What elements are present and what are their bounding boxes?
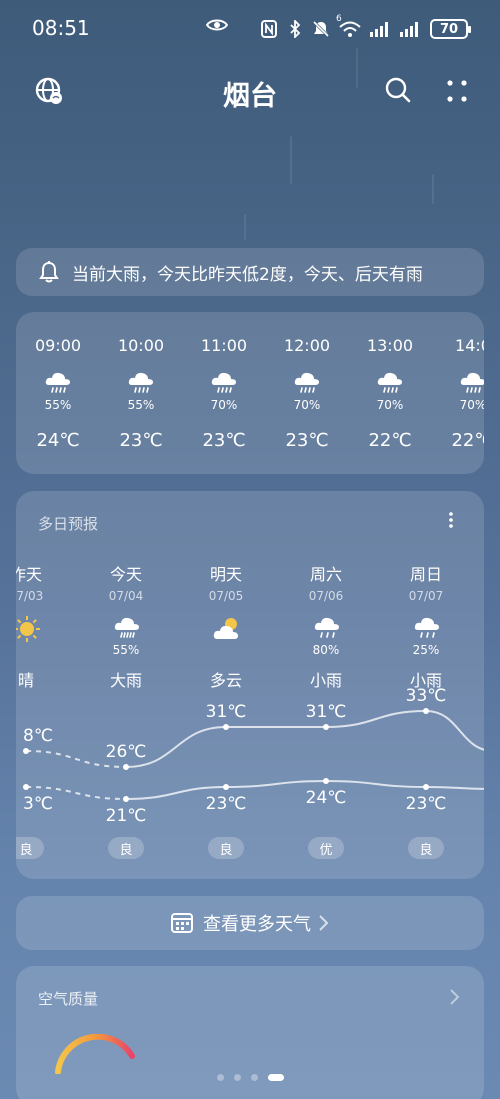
low-temp-label: 24℃ bbox=[306, 788, 347, 808]
high-temp-label: 8℃ bbox=[23, 726, 53, 746]
status-time: 08:51 bbox=[32, 16, 90, 40]
hourly-time: 14:0 bbox=[455, 336, 484, 355]
chevron-right-icon bbox=[319, 915, 329, 931]
hourly-time: 13:00 bbox=[366, 336, 414, 355]
hourly-temp: 22℃ bbox=[451, 430, 484, 451]
temperature-curve-chart: 8℃ 3℃ 26℃ 21℃ 31℃ 23℃ 31℃ 24℃ 33℃ 23℃ bbox=[23, 686, 484, 826]
air-quality-title: 空气质量 bbox=[38, 990, 99, 1008]
hourly-forecast-card[interactable]: 09:00 55% 24℃ 10:00 55% 23℃ 11:00 70% 23℃ 12:00 70… bbox=[16, 312, 484, 474]
more-weather-label: 查看更多天气 bbox=[203, 914, 311, 935]
title-bar: 烟台 bbox=[0, 70, 500, 114]
bell-icon bbox=[39, 261, 59, 283]
rain-cloud-icon bbox=[210, 370, 238, 393]
high-temp-label: 26℃ bbox=[106, 742, 147, 762]
search-icon[interactable] bbox=[384, 76, 412, 104]
temp-point bbox=[323, 724, 329, 730]
low-temp-label: 21℃ bbox=[106, 806, 147, 826]
hourly-precip: 70% bbox=[293, 398, 321, 412]
status-icons: 6 70 bbox=[260, 14, 471, 42]
hourly-precip: 55% bbox=[127, 398, 155, 412]
hourly-time: 09:00 bbox=[34, 336, 82, 355]
rain-cloud-icon bbox=[44, 370, 72, 393]
rain-streak bbox=[290, 136, 292, 184]
eye-icon bbox=[206, 19, 228, 31]
temp-point bbox=[23, 748, 29, 754]
rain-cloud-icon bbox=[376, 370, 404, 393]
more-weather-button[interactable]: 查看更多天气 bbox=[16, 896, 484, 950]
temp-point bbox=[423, 708, 429, 714]
more-options-icon[interactable] bbox=[444, 76, 470, 106]
bluetooth-icon bbox=[286, 20, 304, 38]
page-dot[interactable] bbox=[233, 1074, 241, 1081]
page-dot[interactable] bbox=[267, 1074, 284, 1081]
aqi-gauge-arc bbox=[55, 1034, 135, 1074]
hourly-time: 12:00 bbox=[283, 336, 331, 355]
city-title[interactable]: 烟台 bbox=[0, 74, 500, 113]
low-temp-label: 3℃ bbox=[23, 794, 53, 814]
nfc-icon bbox=[260, 20, 278, 38]
hourly-precip: 70% bbox=[376, 398, 404, 412]
chevron-right-icon bbox=[450, 989, 460, 1005]
high-temp-label: 31℃ bbox=[206, 702, 247, 722]
hourly-time: 11:00 bbox=[200, 336, 248, 355]
rain-streak bbox=[432, 174, 434, 204]
hourly-temp: 23℃ bbox=[285, 430, 329, 451]
hourly-precip: 70% bbox=[459, 398, 484, 412]
rain-cloud-icon bbox=[127, 370, 155, 393]
rain-streak bbox=[244, 214, 246, 240]
page-indicator bbox=[0, 1074, 500, 1081]
hourly-precip: 70% bbox=[210, 398, 238, 412]
hourly-temp: 22℃ bbox=[368, 430, 412, 451]
low-temp-label: 23℃ bbox=[406, 794, 447, 814]
low-temp-label: 23℃ bbox=[206, 794, 247, 814]
temp-point bbox=[423, 784, 429, 790]
status-bar: 08:51 6 70 bbox=[0, 0, 500, 58]
battery-indicator: 70 bbox=[430, 19, 471, 39]
calendar-icon bbox=[171, 913, 193, 933]
signal-icon-2 bbox=[400, 20, 422, 38]
hourly-time: 10:00 bbox=[117, 336, 165, 355]
temp-point bbox=[223, 784, 229, 790]
hourly-precip: 55% bbox=[44, 398, 72, 412]
high-temp-label: 31℃ bbox=[306, 702, 347, 722]
wifi-icon: 6 bbox=[336, 14, 362, 38]
high-temp-label: 33℃ bbox=[406, 686, 447, 706]
rain-cloud-icon bbox=[293, 370, 321, 393]
rain-cloud-icon bbox=[459, 370, 484, 393]
alert-text: 当前大雨，今天比昨天低2度，今天、后天有雨 bbox=[72, 264, 423, 285]
hourly-temp: 23℃ bbox=[202, 430, 246, 451]
hourly-temp: 24℃ bbox=[36, 430, 80, 451]
page-dot[interactable] bbox=[216, 1074, 224, 1081]
signal-icon bbox=[370, 20, 392, 38]
temp-point bbox=[223, 724, 229, 730]
temp-point bbox=[323, 778, 329, 784]
hourly-temp: 23℃ bbox=[119, 430, 163, 451]
temp-point bbox=[123, 796, 129, 802]
temp-point bbox=[123, 764, 129, 770]
temp-point bbox=[23, 784, 29, 790]
daily-forecast-card[interactable]: 多日预报 作天07/03晴良今天07/0455%大雨良明天07/05多云良周六0… bbox=[16, 491, 484, 879]
weather-alert-banner[interactable]: 当前大雨，今天比昨天低2度，今天、后天有雨 bbox=[16, 248, 484, 296]
page-dot[interactable] bbox=[250, 1074, 258, 1081]
wifi-badge: 6 bbox=[336, 14, 342, 24]
mute-icon bbox=[312, 20, 330, 38]
